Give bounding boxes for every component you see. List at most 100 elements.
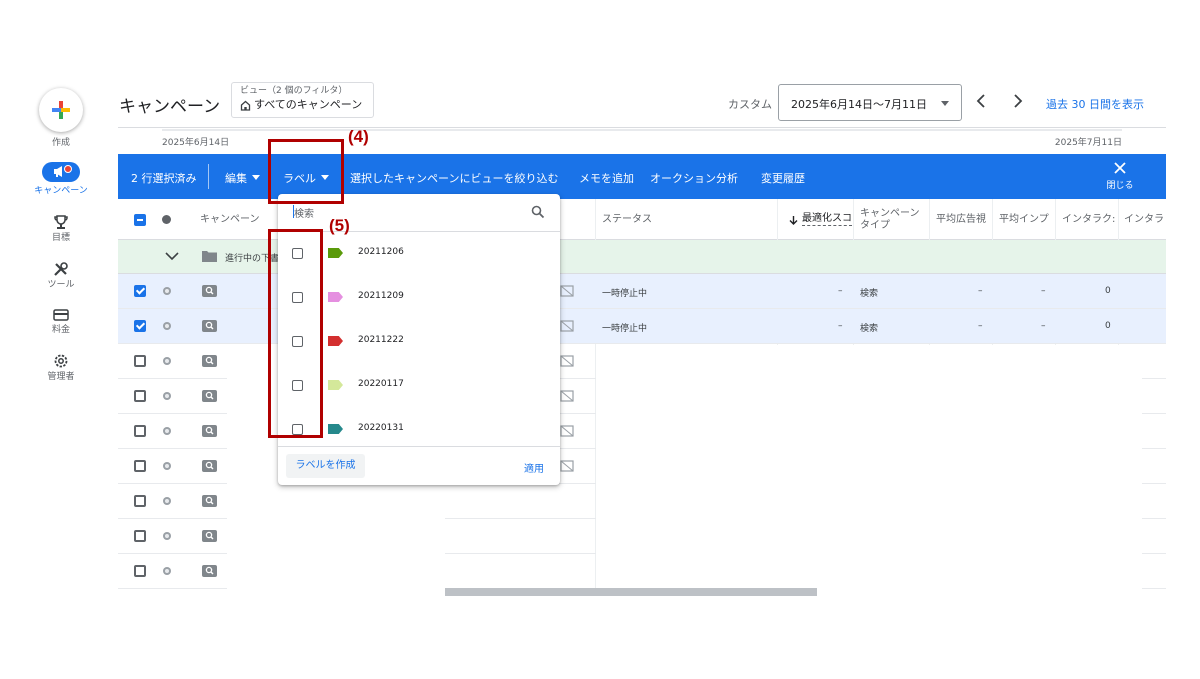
campaign-type-column-header[interactable]: キャンペーン タイプ <box>860 199 920 240</box>
avg-imp-value: – <box>1041 286 1046 296</box>
dropdown-arrow-icon <box>941 101 949 106</box>
label-tag-icon <box>328 292 343 302</box>
past-30-days-link[interactable]: 過去 30 日間を表示 <box>1046 96 1144 112</box>
create-label-button[interactable]: ラベルを作成 <box>286 454 365 478</box>
campaign-type-value: 検索 <box>860 289 879 299</box>
trophy-icon <box>54 215 68 229</box>
create-button[interactable]: 作成 <box>30 88 92 149</box>
label-name: 20220131 <box>358 423 404 433</box>
opt-score-value: – <box>838 286 843 296</box>
label-name: 20211209 <box>358 291 404 301</box>
nav-item-campaigns[interactable]: キャンペーン <box>30 162 92 197</box>
campaign-type-label-1: キャンペーン <box>860 207 920 219</box>
row-checkbox[interactable] <box>134 530 146 542</box>
nav-item-billing[interactable]: 料金 <box>30 308 92 336</box>
avg-imp-value: – <box>1041 321 1046 331</box>
search-icon[interactable] <box>531 205 545 219</box>
chevron-right-icon[interactable] <box>1012 94 1024 108</box>
search-campaign-icon <box>202 460 217 472</box>
nav-item-goals[interactable]: 目標 <box>30 214 92 244</box>
change-history-button[interactable]: 変更履歴 <box>761 170 805 186</box>
campaign-column-header[interactable]: キャンペーン <box>200 199 260 240</box>
row-checkbox[interactable] <box>134 320 146 332</box>
row-checkbox[interactable] <box>134 355 146 367</box>
avg-imp-column-header[interactable]: 平均インプ <box>999 199 1049 240</box>
row-checkbox[interactable] <box>134 565 146 577</box>
label-tag-icon <box>328 380 343 390</box>
status-dot <box>163 497 171 505</box>
date-range-dropdown[interactable]: 2025年6月14日〜7月11日 <box>778 84 962 121</box>
plus-icon <box>52 101 70 119</box>
select-all-checkbox[interactable] <box>134 214 146 226</box>
opt-score-column-header[interactable]: 最適化スコ <box>789 199 852 240</box>
search-campaign-icon <box>202 530 217 542</box>
image-placeholder-icon <box>560 390 574 402</box>
tools-icon <box>54 262 68 276</box>
label-dropdown-footer: ラベルを作成 適用 <box>278 446 560 485</box>
nav-label-campaigns: キャンペーン <box>34 186 88 196</box>
interaction-column-header[interactable]: インタラク: <box>1062 199 1115 240</box>
status-dot <box>163 427 171 435</box>
custom-label: カスタム <box>728 98 772 111</box>
avg-ad-view-value: – <box>978 321 983 331</box>
label-name: 20211222 <box>358 335 404 345</box>
row-checkbox[interactable] <box>134 460 146 472</box>
nav-label-admin: 管理者 <box>47 372 75 382</box>
opt-score-value: – <box>838 321 843 331</box>
status-text-column-header[interactable]: ステータス <box>602 199 652 240</box>
timeline-bar <box>162 129 1122 131</box>
dropdown-arrow-icon <box>252 175 260 180</box>
search-campaign-icon <box>202 285 217 297</box>
create-label: 作成 <box>51 138 70 148</box>
row-checkbox[interactable] <box>134 390 146 402</box>
narrow-view-button[interactable]: 選択したキャンペーンにビューを絞り込む <box>350 170 558 186</box>
nav-label-billing: 料金 <box>51 325 70 335</box>
callout-number-5: (5) <box>329 216 350 235</box>
avg-ad-view-value: – <box>978 286 983 296</box>
row-checkbox[interactable] <box>134 495 146 507</box>
home-icon <box>240 100 251 111</box>
chevron-down-icon[interactable] <box>165 252 179 261</box>
view-title: すべてのキャンペーン <box>254 98 363 111</box>
edit-menu-button[interactable]: 編集 <box>225 170 260 186</box>
view-subtitle: ビュー（2 個のフィルタ） <box>240 86 348 96</box>
nav-item-admin[interactable]: 管理者 <box>30 353 92 383</box>
nav-label-goals: 目標 <box>51 233 70 243</box>
image-placeholder-icon <box>560 320 574 332</box>
label-tag-icon <box>328 248 343 258</box>
row-checkbox[interactable] <box>134 285 146 297</box>
campaign-type-value: 検索 <box>860 324 879 334</box>
status-text: 一時停止中 <box>602 324 648 334</box>
status-dot <box>163 567 171 575</box>
interaction2-column-header[interactable]: インタラ <box>1124 199 1164 240</box>
close-button[interactable]: 閉じる <box>1100 162 1140 191</box>
campaign-type-label-2: タイプ <box>860 219 890 231</box>
selected-count: 2 行選択済み <box>131 172 197 185</box>
status-dot <box>163 462 171 470</box>
edit-label: 編集 <box>225 172 247 185</box>
divider <box>208 164 209 189</box>
search-campaign-icon <box>202 425 217 437</box>
avg-ad-view-column-header[interactable]: 平均広告視 <box>936 199 986 240</box>
opt-score-label: 最適化スコ <box>802 213 852 226</box>
timeline-end: 2025年7月11日 <box>1054 138 1122 148</box>
date-range-text: 2025年6月14日〜7月11日 <box>791 98 927 111</box>
apply-button[interactable]: 適用 <box>524 460 544 475</box>
status-text: 一時停止中 <box>602 289 648 299</box>
status-dot <box>163 287 171 295</box>
status-dot <box>163 322 171 330</box>
chevron-left-icon[interactable] <box>975 94 987 108</box>
nav-item-tools[interactable]: ツール <box>30 261 92 291</box>
callout-box-label-button <box>268 139 344 204</box>
auction-insights-button[interactable]: オークション分析 <box>650 170 738 186</box>
close-label: 閉じる <box>1106 181 1134 191</box>
add-memo-button[interactable]: メモを追加 <box>579 170 634 186</box>
redacted-area <box>596 345 1142 596</box>
label-tag-icon <box>328 424 343 434</box>
status-column-header <box>162 199 171 240</box>
row-checkbox[interactable] <box>134 425 146 437</box>
left-nav: 作成 キャンペーン 目標 ツール 料金 管理者 <box>30 85 92 383</box>
horizontal-scrollbar[interactable] <box>445 588 817 596</box>
timeline-start: 2025年6月14日 <box>162 138 230 148</box>
view-selector[interactable]: ビュー（2 個のフィルタ） すべてのキャンペーン <box>231 82 374 118</box>
